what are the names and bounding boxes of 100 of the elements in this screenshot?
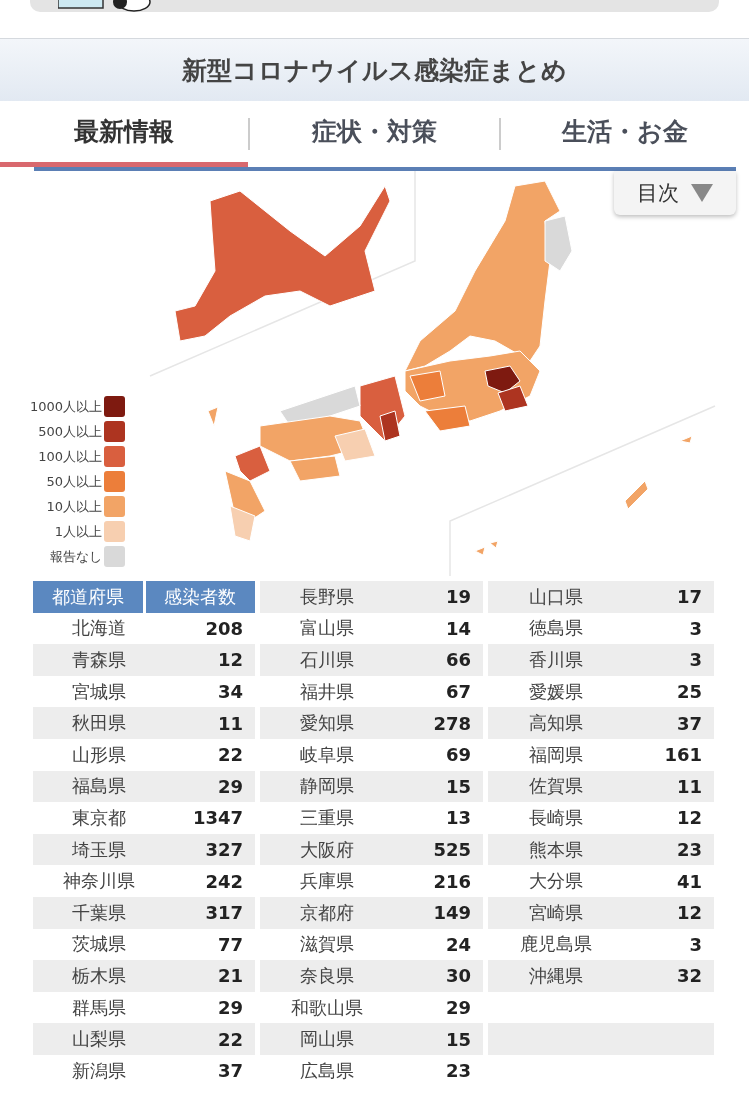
prefecture-cell-text: 長崎県 [528, 805, 584, 830]
legend-label: 100人以上 [38, 447, 103, 466]
count-cell-text: 12 [216, 649, 244, 671]
count-cell-text: 242 [204, 870, 244, 892]
prefecture-cell-text: 石川県 [298, 648, 355, 672]
prefecture-cell-text: 鹿児島県 [519, 932, 593, 957]
prefecture-cell-text: 滋賀県 [298, 932, 355, 957]
count-cell-text: 23 [444, 1060, 472, 1082]
count-cell-text: 11 [216, 712, 244, 734]
prefecture-cell-text: 大分県 [528, 869, 584, 894]
prefecture-cell-text: 北海道 [71, 616, 127, 641]
count-cell-text: 17 [675, 586, 703, 608]
toc-button[interactable]: 目次 [614, 171, 736, 215]
count-cell-text: 29 [216, 775, 244, 797]
prefecture-cell-text: 埼玉県 [71, 837, 127, 862]
prefecture-cell-text: 京都府 [298, 900, 355, 925]
prefecture-cell-text: 長野県 [298, 584, 355, 609]
prefecture-cell-text: 福島県 [71, 774, 127, 799]
prefecture-cell-text: 熊本県 [528, 837, 584, 862]
count-cell-text: 13 [444, 807, 472, 829]
legend-label: 1人以上 [54, 522, 103, 541]
count-cell-text: 22 [216, 1028, 244, 1050]
tab[interactable]: 症状・対策 [250, 101, 499, 167]
prefecture-cell-text: 群馬県 [71, 995, 127, 1020]
column-header: 都道府県 [33, 581, 143, 613]
prefecture-cell-text: 和歌山県 [289, 995, 364, 1020]
prefecture-cell-text: 愛知県 [298, 711, 355, 736]
column-header: 感染者数 [145, 581, 255, 613]
prefecture-cell-text: 新潟県 [71, 1058, 127, 1083]
prefecture-cell-text: 青森県 [71, 648, 127, 672]
prefecture-cell-text: 福井県 [298, 679, 355, 704]
count-cell-text: 77 [216, 933, 244, 955]
count-cell-text: 69 [444, 744, 472, 766]
prefecture-cell-text: 富山県 [298, 616, 355, 641]
count-cell-text: 278 [432, 712, 472, 734]
count-cell-text: 66 [444, 649, 472, 671]
prefecture-cell-text: 茨城県 [71, 932, 127, 957]
count-cell-text: 67 [444, 681, 472, 703]
count-cell-text: 41 [675, 870, 703, 892]
count-cell-text: 21 [216, 965, 244, 987]
prefecture-cell-text: 奈良県 [298, 963, 355, 988]
count-cell-text: 14 [444, 617, 472, 639]
prefecture-cell-text: 広島県 [298, 1058, 355, 1083]
count-cell-text: 149 [432, 902, 472, 924]
count-cell-text: 24 [444, 933, 472, 955]
count-cell-text: 12 [675, 807, 703, 829]
count-cell-text: 12 [675, 902, 703, 924]
prefecture-cell-text: 大阪府 [298, 837, 355, 862]
prefecture-cell-text: 宮城県 [71, 679, 127, 704]
legend-label: 報告なし [50, 547, 103, 566]
count-cell-text: 161 [663, 744, 703, 766]
count-cell-text: 19 [444, 586, 472, 608]
prefecture-cell-text: 山口県 [528, 584, 584, 609]
prefecture-cell-text: 宮崎県 [528, 900, 584, 925]
prefecture-cell-text: 秋田県 [71, 711, 127, 736]
count-cell-text: 3 [688, 617, 703, 639]
count-cell-text: 22 [216, 744, 244, 766]
count-cell-text: 208 [204, 617, 244, 639]
legend-label: 1000人以上 [30, 397, 103, 416]
legend-label: 50人以上 [46, 472, 103, 491]
count-cell-text: 29 [444, 997, 472, 1018]
count-cell-text: 25 [675, 681, 703, 703]
count-cell-text: 30 [444, 965, 472, 987]
page-title: 新型コロナウイルス感染症まとめ [0, 38, 749, 101]
count-cell-text: 1347 [191, 807, 244, 829]
count-cell-text: 3 [688, 933, 703, 955]
prefecture-cell-text: 神奈川県 [62, 869, 136, 894]
legend-label: 10人以上 [46, 497, 103, 516]
prefecture-cell-text: 三重県 [298, 805, 355, 830]
prefecture-cell-text: 高知県 [528, 711, 584, 736]
prefecture-cell-text: 静岡県 [298, 774, 355, 799]
prefecture-cell-text: 山梨県 [71, 1027, 127, 1052]
prefecture-cell-text: 香川県 [528, 648, 584, 672]
prefecture-cell-text: 兵庫県 [298, 869, 355, 894]
count-cell-text: 37 [675, 712, 703, 734]
count-cell-text: 15 [444, 1028, 472, 1050]
count-cell-text: 32 [675, 965, 703, 987]
count-cell-text: 29 [216, 997, 244, 1018]
count-cell-text: 34 [216, 681, 244, 703]
prefecture-cell-text: 福岡県 [528, 742, 584, 767]
count-cell-text: 37 [216, 1060, 244, 1082]
count-cell-text: 317 [204, 902, 244, 924]
tab[interactable]: 生活・お金 [500, 101, 749, 167]
count-cell-text: 216 [432, 870, 472, 892]
count-cell-text: 327 [204, 839, 244, 861]
count-cell-text: 11 [675, 775, 703, 797]
prefecture-cell-text: 山形県 [71, 742, 127, 767]
prefecture-cell-text: 千葉県 [71, 900, 127, 925]
prefecture-cell-text: 佐賀県 [528, 774, 584, 799]
prefecture-cell-text: 岐阜県 [298, 742, 355, 767]
legend-label: 500人以上 [38, 422, 103, 441]
count-cell-text: 15 [444, 775, 472, 797]
prefecture-cell-text: 沖縄県 [528, 963, 584, 988]
count-cell-text: 525 [432, 839, 472, 861]
count-cell-text: 3 [688, 649, 703, 671]
triangle-down-icon [691, 184, 713, 202]
prefecture-cell-text: 栃木県 [71, 963, 127, 988]
count-cell-text: 23 [675, 839, 703, 861]
prefecture-cell-text: 岡山県 [298, 1027, 355, 1052]
prefecture-cell-text: 愛媛県 [528, 679, 584, 704]
